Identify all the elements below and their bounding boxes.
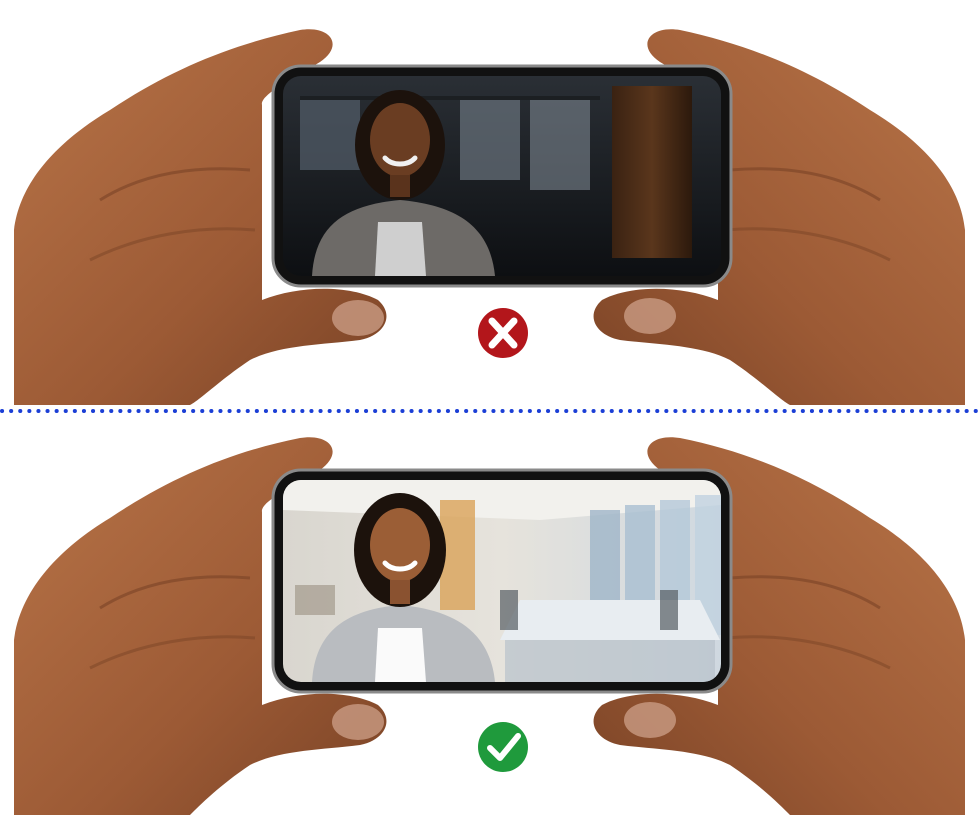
video-screen-bright <box>283 480 721 682</box>
check-mark-icon <box>478 722 528 772</box>
video-screen-dark <box>283 76 721 276</box>
comparison-illustration <box>0 0 979 820</box>
illustration-canvas <box>0 29 979 815</box>
x-mark-icon <box>478 308 528 358</box>
panel-good-lighting <box>14 437 965 815</box>
phone-top <box>271 64 733 288</box>
panel-bad-lighting <box>14 29 965 405</box>
phone-bottom <box>271 468 733 694</box>
